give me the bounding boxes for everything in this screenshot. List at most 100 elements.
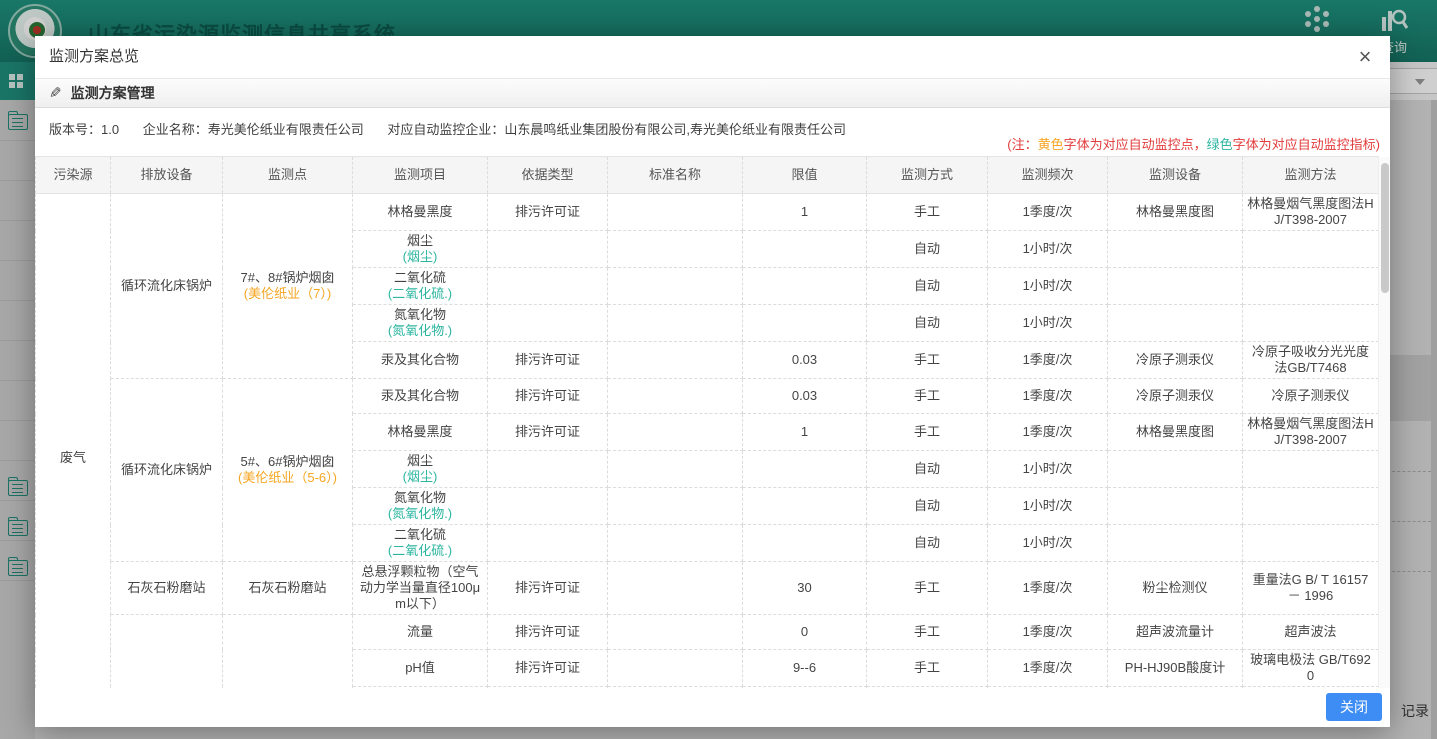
device-cell: 林格曼黑度图 [1108, 414, 1243, 451]
method-cell [1243, 451, 1379, 488]
mode-cell: 自动 [867, 451, 988, 488]
project-cell: 汞及其化合物 [353, 379, 488, 414]
standard-cell [608, 488, 743, 525]
mode-cell: 手工 [867, 650, 988, 687]
device-cell [1108, 268, 1243, 305]
device-cell: 冷原子测汞仪 [1108, 379, 1243, 414]
basis-cell [488, 268, 608, 305]
frequency-cell: 1季度/次 [988, 650, 1108, 687]
modal-footer: 关闭 [35, 688, 1390, 727]
column-header: 监测方法 [1243, 157, 1379, 194]
device-cell: 超声波流量计 [1108, 615, 1243, 650]
basis-cell: 排污许可证 [488, 562, 608, 615]
frequency-cell: 1小时/次 [988, 525, 1108, 562]
version-label: 版本号： [49, 122, 101, 137]
standard-cell [608, 268, 743, 305]
note-yellow-word: 黄色 [1038, 137, 1064, 152]
point-cell: 石灰石粉磨站 [223, 562, 353, 615]
frequency-cell: 1小时/次 [988, 305, 1108, 342]
project-name: 烟尘 [357, 233, 483, 249]
mode-cell: 自动 [867, 231, 988, 268]
pen-icon: ✎ [49, 84, 62, 102]
table-row: 循环流化床锅炉5#、6#锅炉烟囱(美伦纸业（5-6）)汞及其化合物排污许可证0.… [36, 379, 1379, 414]
limit-cell: 1 [743, 194, 867, 231]
version-value: 1.0 [101, 122, 119, 137]
note-suffix: 字体为对应自动监控指标) [1233, 137, 1380, 152]
equipment-cell: 石灰石粉磨站 [111, 562, 223, 615]
standard-cell [608, 615, 743, 650]
project-auto-ref: (二氧化硫.) [357, 286, 483, 302]
column-header: 限值 [743, 157, 867, 194]
basis-cell: 排污许可证 [488, 379, 608, 414]
project-cell: 流量 [353, 615, 488, 650]
company-value: 寿光美伦纸业有限责任公司 [208, 122, 364, 137]
method-cell: 林格曼烟气黑度图法HJ/T398-2007 [1243, 414, 1379, 451]
limit-cell [743, 488, 867, 525]
limit-cell: 0.03 [743, 379, 867, 414]
basis-cell: 排污许可证 [488, 650, 608, 687]
column-header: 监测频次 [988, 157, 1108, 194]
project-name: 总悬浮颗粒物（空气动力学当量直径100μm以下） [357, 564, 483, 612]
project-cell: 林格曼黑度 [353, 414, 488, 451]
project-name: 汞及其化合物 [357, 388, 483, 404]
basis-cell: 排污许可证 [488, 414, 608, 451]
table-row: 石灰石粉磨站石灰石粉磨站总悬浮颗粒物（空气动力学当量直径100μm以下）排污许可… [36, 562, 1379, 615]
frequency-cell: 1小时/次 [988, 268, 1108, 305]
limit-cell: 0.03 [743, 342, 867, 379]
standard-cell [608, 562, 743, 615]
standard-cell [608, 342, 743, 379]
project-auto-ref: (烟尘) [357, 469, 483, 485]
limit-cell: 1 [743, 414, 867, 451]
frequency-cell: 1季度/次 [988, 379, 1108, 414]
equipment-cell: 循环流化床锅炉 [111, 194, 223, 379]
basis-cell: 排污许可证 [488, 615, 608, 650]
limit-cell [743, 268, 867, 305]
note-mid: 字体为对应自动监控点， [1064, 137, 1207, 152]
table-row: 废气循环流化床锅炉7#、8#锅炉烟囱(美伦纸业（7）)林格曼黑度排污许可证1手工… [36, 194, 1379, 231]
limit-cell [743, 231, 867, 268]
table-row: 流量排污许可证0手工1季度/次超声波流量计超声波法 [36, 615, 1379, 650]
column-header: 标准名称 [608, 157, 743, 194]
standard-cell [608, 231, 743, 268]
basis-cell [488, 451, 608, 488]
plan-info-area: 版本号：1.0 企业名称：寿光美伦纸业有限责任公司 对应自动监控企业：山东晨鸣纸… [35, 108, 1390, 156]
project-name: 流量 [357, 624, 483, 640]
basis-cell [488, 525, 608, 562]
standard-cell [608, 305, 743, 342]
device-cell [1108, 525, 1243, 562]
column-header: 排放设备 [111, 157, 223, 194]
basis-cell: 排污许可证 [488, 342, 608, 379]
mode-cell: 手工 [867, 414, 988, 451]
project-auto-ref: (烟尘) [357, 249, 483, 265]
column-header: 监测项目 [353, 157, 488, 194]
project-cell: 林格曼黑度 [353, 194, 488, 231]
limit-cell [743, 305, 867, 342]
close-button[interactable]: 关闭 [1326, 693, 1382, 721]
point-auto-ref: (美伦纸业（7）) [227, 286, 348, 302]
frequency-cell: 1季度/次 [988, 562, 1108, 615]
plan-table: 污染源排放设备监测点监测项目依据类型标准名称限值监测方式监测频次监测设备监测方法… [35, 156, 1379, 688]
point-cell: 5#、6#锅炉烟囱(美伦纸业（5-6）) [223, 379, 353, 562]
project-cell: 烟尘(烟尘) [353, 451, 488, 488]
table-scrollbar-thumb[interactable] [1381, 163, 1389, 293]
modal-header: 监测方案总览 × [35, 36, 1390, 78]
mode-cell: 手工 [867, 562, 988, 615]
project-name: 氮氧化物 [357, 490, 483, 506]
mode-cell: 自动 [867, 268, 988, 305]
frequency-cell: 1季度/次 [988, 414, 1108, 451]
point-name: 石灰石粉磨站 [227, 580, 348, 596]
section-bar: ✎ 监测方案管理 [35, 78, 1390, 108]
table-scrollbar-track [1378, 157, 1390, 688]
source-cell: 废气 [36, 194, 111, 689]
limit-cell: 30 [743, 562, 867, 615]
method-cell: 冷原子测汞仪 [1243, 379, 1379, 414]
frequency-cell: 1季度/次 [988, 194, 1108, 231]
project-name: 二氧化硫 [357, 527, 483, 543]
section-title: 监测方案管理 [71, 83, 155, 103]
close-icon[interactable]: × [1352, 44, 1378, 70]
device-cell: 粉尘检测仪 [1108, 562, 1243, 615]
basis-cell: 排污许可证 [488, 194, 608, 231]
mode-cell: 手工 [867, 194, 988, 231]
frequency-cell: 1小时/次 [988, 451, 1108, 488]
column-header: 监测点 [223, 157, 353, 194]
